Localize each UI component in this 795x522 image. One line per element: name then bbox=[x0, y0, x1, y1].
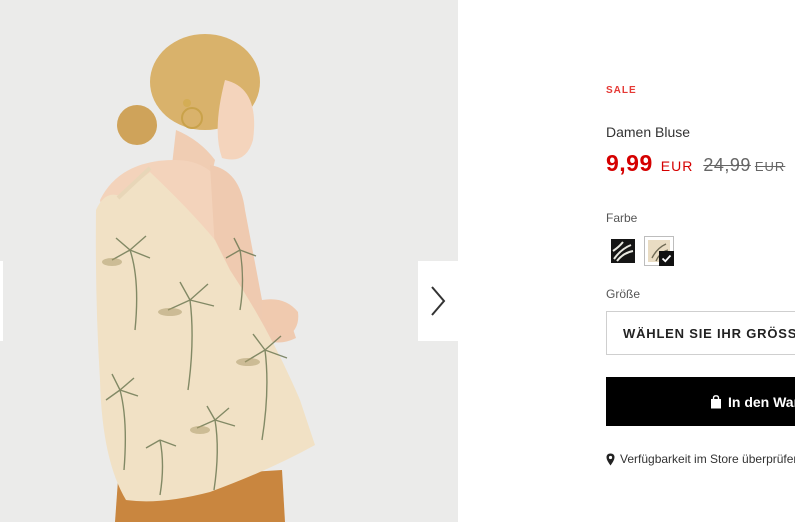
size-label: Größe bbox=[606, 287, 641, 301]
map-pin-icon bbox=[606, 453, 615, 466]
current-price-currency: EUR bbox=[660, 158, 694, 174]
add-to-cart-button[interactable]: In den Warenkorb bbox=[606, 377, 795, 426]
product-image bbox=[0, 0, 458, 522]
sale-badge: SALE bbox=[606, 85, 637, 96]
store-availability-label: Verfügbarkeit im Store überprüfen bbox=[620, 452, 795, 466]
current-price: 9,99 bbox=[606, 150, 653, 176]
chevron-right-icon bbox=[431, 286, 446, 316]
store-availability-link[interactable]: Verfügbarkeit im Store überprüfen bbox=[606, 452, 795, 466]
selected-check-icon bbox=[659, 251, 674, 266]
color-swatch-black-palm-print[interactable] bbox=[608, 236, 638, 266]
swatch-image bbox=[611, 239, 635, 263]
color-label: Farbe bbox=[606, 211, 638, 225]
product-title: Damen Bluse bbox=[606, 124, 691, 140]
product-info-panel: SALE Damen Bluse 9,99 EUR 24,99 EUR Farb… bbox=[606, 0, 795, 522]
color-swatch-beige-palm-print[interactable] bbox=[644, 236, 674, 266]
shopping-bag-icon bbox=[710, 394, 722, 409]
original-price-currency: EUR bbox=[754, 159, 786, 174]
product-gallery bbox=[0, 0, 458, 522]
size-select[interactable]: WÄHLEN SIE IHR GRÖSSE bbox=[606, 311, 795, 355]
add-to-cart-label: In den Warenkorb bbox=[728, 393, 795, 410]
price-row: 9,99 EUR 24,99 EUR bbox=[606, 150, 785, 177]
original-price: 24,99 bbox=[703, 155, 751, 175]
next-image-button[interactable] bbox=[418, 261, 458, 341]
size-select-placeholder: WÄHLEN SIE IHR GRÖSSE bbox=[623, 325, 795, 341]
previous-image-edge bbox=[0, 261, 3, 341]
